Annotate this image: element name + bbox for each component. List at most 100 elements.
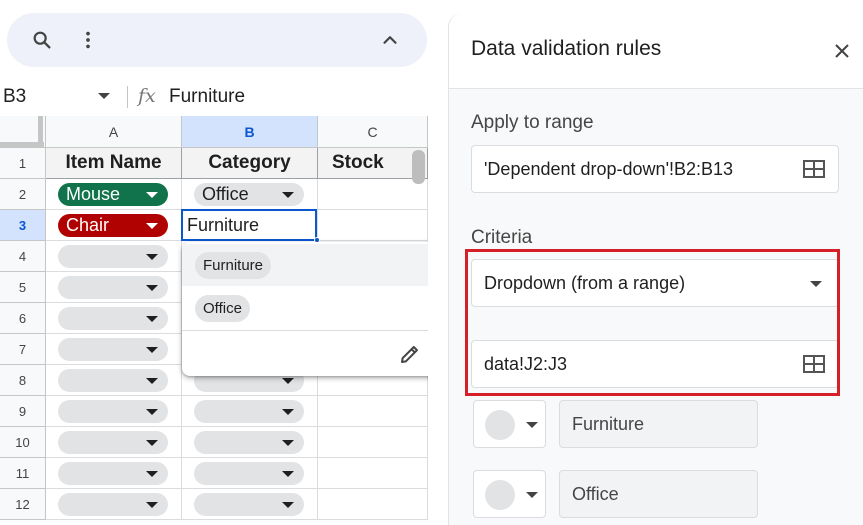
chevron-down-icon bbox=[146, 471, 158, 477]
header-cell-category[interactable]: Category bbox=[182, 148, 318, 179]
row-header-12[interactable]: 12 bbox=[0, 489, 46, 520]
row-header-2[interactable]: 2 bbox=[0, 179, 46, 210]
chevron-down-icon bbox=[282, 192, 294, 198]
dropdown-option-furniture[interactable]: Furniture bbox=[182, 244, 428, 286]
more-vert-icon[interactable] bbox=[74, 26, 102, 54]
select-all-corner[interactable] bbox=[0, 116, 46, 148]
item-input-office[interactable]: Office bbox=[559, 470, 758, 518]
cell-b2[interactable]: Office bbox=[182, 179, 318, 210]
column-header-b[interactable]: B bbox=[182, 116, 318, 148]
chevron-down-icon bbox=[146, 223, 158, 229]
cell-c3[interactable] bbox=[318, 210, 428, 241]
chevron-up-icon[interactable] bbox=[376, 26, 404, 54]
dropdown-chip[interactable] bbox=[58, 369, 168, 392]
dropdown-chip[interactable] bbox=[58, 493, 168, 516]
column-header-a[interactable]: A bbox=[46, 116, 182, 148]
chevron-down-icon bbox=[282, 440, 294, 446]
dropdown-chip[interactable] bbox=[194, 400, 304, 423]
row-header-9[interactable]: 9 bbox=[0, 396, 46, 427]
cell-b9[interactable] bbox=[182, 396, 318, 427]
cell-a8[interactable] bbox=[46, 365, 182, 396]
cell-c10[interactable] bbox=[318, 427, 428, 458]
select-range-grid-icon[interactable] bbox=[803, 160, 825, 178]
cell-a6[interactable] bbox=[46, 303, 182, 334]
cell-a12[interactable] bbox=[46, 489, 182, 520]
chevron-down-icon bbox=[282, 471, 294, 477]
chevron-down-icon bbox=[146, 378, 158, 384]
row-header-8[interactable]: 8 bbox=[0, 365, 46, 396]
chevron-down-icon bbox=[526, 492, 538, 498]
dropdown-chip[interactable]: Chair bbox=[58, 214, 168, 237]
cell-a7[interactable] bbox=[46, 334, 182, 365]
range-input[interactable]: 'Dependent drop-down'!B2:B13 bbox=[471, 145, 839, 193]
color-picker-office[interactable] bbox=[473, 470, 546, 518]
item-value: Furniture bbox=[572, 414, 645, 434]
chip-label: Mouse bbox=[66, 184, 121, 204]
spreadsheet-grid: A B C 1 2 3 4 5 6 7 8 9 10 11 12 Item Na… bbox=[0, 116, 428, 525]
chip-label: Office bbox=[202, 184, 249, 204]
row-header-1[interactable]: 1 bbox=[0, 148, 46, 179]
cell-c9[interactable] bbox=[318, 396, 428, 427]
cell-a9[interactable] bbox=[46, 396, 182, 427]
cell-a10[interactable] bbox=[46, 427, 182, 458]
chevron-down-icon bbox=[146, 192, 158, 198]
header-cell-item-name[interactable]: Item Name bbox=[46, 148, 182, 179]
cell-a11[interactable] bbox=[46, 458, 182, 489]
row-header-11[interactable]: 11 bbox=[0, 458, 46, 489]
active-cell-text: Furniture bbox=[187, 215, 260, 235]
dropdown-chip[interactable] bbox=[194, 462, 304, 485]
formula-bar: B3 fx Furniture bbox=[0, 80, 428, 114]
item-input-furniture[interactable]: Furniture bbox=[559, 400, 758, 448]
row-header-5[interactable]: 5 bbox=[0, 272, 46, 303]
cell-a3[interactable]: Chair bbox=[46, 210, 182, 241]
chevron-down-icon bbox=[282, 378, 294, 384]
active-cell-editor[interactable]: Furniture bbox=[181, 209, 317, 241]
row-header-7[interactable]: 7 bbox=[0, 334, 46, 365]
dropdown-chip[interactable] bbox=[58, 307, 168, 330]
color-swatch bbox=[485, 480, 515, 510]
search-icon[interactable] bbox=[28, 26, 56, 54]
dropdown-chip[interactable]: Office bbox=[194, 183, 304, 206]
cell-b12[interactable] bbox=[182, 489, 318, 520]
range-value: 'Dependent drop-down'!B2:B13 bbox=[484, 159, 734, 179]
freeze-row-handle[interactable] bbox=[0, 142, 44, 147]
dropdown-options-popup: Furniture Office bbox=[182, 242, 428, 376]
row-header-6[interactable]: 6 bbox=[0, 303, 46, 334]
vertical-scrollbar[interactable] bbox=[412, 150, 425, 184]
column-header-c[interactable]: C bbox=[318, 116, 428, 148]
cell-c2[interactable] bbox=[318, 179, 428, 210]
row-header-3[interactable]: 3 bbox=[0, 210, 46, 241]
annotation-highlight bbox=[465, 249, 840, 396]
cell-a5[interactable] bbox=[46, 272, 182, 303]
dropdown-chip[interactable] bbox=[58, 338, 168, 361]
dropdown-chip[interactable] bbox=[58, 276, 168, 299]
dropdown-chip[interactable] bbox=[58, 431, 168, 454]
row-header-4[interactable]: 4 bbox=[0, 241, 46, 272]
panel-title: Data validation rules bbox=[471, 37, 662, 60]
cell-a4[interactable] bbox=[46, 241, 182, 272]
cell-c11[interactable] bbox=[318, 458, 428, 489]
dropdown-chip[interactable] bbox=[194, 493, 304, 516]
color-swatch bbox=[485, 410, 515, 440]
formula-input[interactable]: Furniture bbox=[169, 86, 245, 108]
cell-a2[interactable]: Mouse bbox=[46, 179, 182, 210]
dropdown-option-office[interactable]: Office bbox=[182, 287, 428, 329]
color-picker-furniture[interactable] bbox=[473, 400, 546, 448]
cell-b11[interactable] bbox=[182, 458, 318, 489]
close-icon[interactable] bbox=[833, 42, 851, 60]
dropdown-chip[interactable] bbox=[58, 245, 168, 268]
row-header-10[interactable]: 10 bbox=[0, 427, 46, 458]
cell-b10[interactable] bbox=[182, 427, 318, 458]
chevron-down-icon bbox=[146, 316, 158, 322]
dropdown-chip[interactable] bbox=[194, 431, 304, 454]
chevron-down-icon bbox=[146, 254, 158, 260]
chevron-down-icon bbox=[282, 502, 294, 508]
dropdown-chip[interactable] bbox=[58, 400, 168, 423]
name-box[interactable]: B3 bbox=[3, 86, 26, 108]
cell-c12[interactable] bbox=[318, 489, 428, 520]
dropdown-chip[interactable]: Mouse bbox=[58, 183, 168, 206]
dropdown-chip[interactable] bbox=[58, 462, 168, 485]
name-box-dropdown-icon[interactable] bbox=[98, 93, 110, 99]
chevron-down-icon bbox=[146, 502, 158, 508]
pencil-icon[interactable] bbox=[398, 342, 422, 366]
